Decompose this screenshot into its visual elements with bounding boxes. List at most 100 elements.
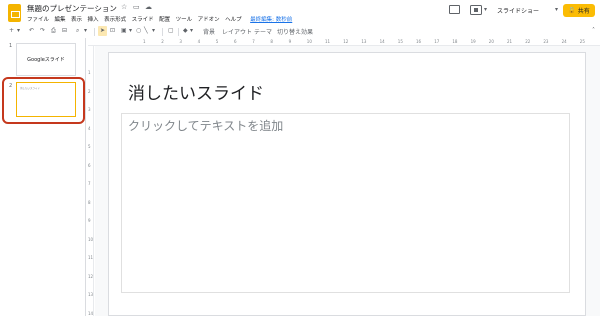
background-fill-icon[interactable]: ◆	[183, 27, 188, 34]
star-icon[interactable]: ☆	[121, 3, 127, 11]
body-placeholder-text[interactable]: クリックしてテキストを追加	[128, 117, 283, 134]
ruler-h-tick: 24	[561, 39, 567, 44]
ruler-v-tick: 14	[88, 310, 94, 316]
line-icon[interactable]: ╲	[144, 27, 148, 34]
shape-icon[interactable]: ○	[136, 27, 141, 34]
ruler-h-tick: 8	[270, 39, 273, 44]
slides-editor: 無題のプレゼンテーション ☆ ▭ ☁ ファイル 編集 表示 挿入 表示形式 スラ…	[0, 0, 600, 316]
slide-number-2: 2	[9, 83, 13, 89]
ruler-h-tick: 25	[579, 39, 585, 44]
new-slide-icon[interactable]: +	[9, 27, 14, 34]
ruler-h-tick: 22	[525, 39, 531, 44]
image-chevron-icon[interactable]: ▾	[129, 27, 132, 34]
present-options-icon[interactable]	[470, 5, 482, 15]
layout-button[interactable]: レイアウト	[222, 27, 252, 36]
body-placeholder-box[interactable]	[121, 113, 570, 293]
ruler-v-tick: 7	[88, 181, 91, 186]
collapse-toolbar-icon[interactable]: ˄	[592, 27, 595, 34]
chevron-down-icon[interactable]: ▾	[484, 6, 487, 13]
document-title[interactable]: 無題のプレゼンテーション	[27, 3, 117, 14]
ruler-v-tick: 11	[88, 255, 94, 260]
horizontal-ruler: 1 2 3 4 5 6 7 8 9 10 11 12 13 14 15 16 17 18 19 20 21 22 23 24 2…	[88, 38, 600, 46]
ruler-h-tick: 9	[288, 39, 292, 44]
vertical-ruler: 1 2 3 4 5 6 7 8 9 10 11 12 13 14	[87, 46, 94, 316]
ruler-h-tick: 14	[379, 39, 385, 44]
ruler-h-tick: 20	[488, 39, 494, 44]
line-chevron-icon[interactable]: ▾	[152, 27, 155, 34]
print-icon[interactable]: ⎙	[51, 27, 56, 35]
transition-button[interactable]: 切り替え効果	[277, 27, 313, 36]
ruler-h-tick: 12	[343, 39, 349, 44]
menu-arrange[interactable]: 配置	[159, 15, 170, 25]
lock-icon: 🔒	[568, 7, 576, 14]
menu-edit[interactable]: 編集	[55, 15, 66, 25]
ruler-h-tick: 5	[215, 39, 219, 44]
ruler-v-tick: 9	[88, 218, 91, 223]
background-fill-chevron-icon[interactable]: ▾	[190, 27, 193, 34]
menu-addons[interactable]: アドオン	[198, 15, 220, 25]
ruler-v-tick: 8	[88, 199, 91, 205]
ruler-h-tick: 15	[397, 39, 403, 44]
ruler-h-tick: 23	[543, 39, 549, 44]
cloud-status-icon[interactable]: ☁	[145, 3, 152, 11]
ruler-h-tick: 1	[143, 39, 146, 44]
menu-tools[interactable]: ツール	[176, 15, 193, 25]
ruler-h-tick: 18	[452, 39, 458, 44]
slide-thumbnail-1[interactable]: Googleスライド	[16, 43, 76, 76]
slides-logo-icon[interactable]	[8, 4, 21, 22]
ruler-h-tick: 3	[179, 39, 182, 44]
ruler-h-tick: 10	[306, 39, 312, 44]
menu-format[interactable]: 表示形式	[104, 15, 126, 25]
select-arrow-icon: ➤	[100, 27, 106, 34]
ruler-h-tick: 7	[252, 39, 255, 44]
ruler-h-tick: 16	[416, 39, 422, 44]
menu-slide[interactable]: スライド	[132, 15, 154, 25]
ruler-h-tick: 19	[470, 39, 476, 44]
share-label: 共有	[577, 8, 590, 15]
toolbar: + ▾ ↶ ↷ ⎙ ⊟ ⌕ ▾ ➤ ⊡ ▣ ▾ ○ ╲ ▾ ▢ ◆ ▾ 背景 レ…	[0, 26, 600, 38]
paint-format-icon[interactable]: ⊟	[62, 27, 67, 34]
ruler-h-tick: 11	[325, 39, 331, 44]
menu-file[interactable]: ファイル	[27, 15, 49, 25]
comment-icon[interactable]: ▢	[168, 27, 174, 34]
background-button[interactable]: 背景	[203, 27, 215, 36]
slide-title[interactable]: 消したいスライド	[128, 79, 264, 104]
image-icon[interactable]: ▣	[121, 27, 127, 34]
share-button[interactable]: 🔒 共有	[563, 4, 595, 17]
slide-thumbnail-1-title: Googleスライド	[27, 57, 65, 63]
menu-bar: ファイル 編集 表示 挿入 表示形式 スライド 配置 ツール アドオン ヘルプ …	[27, 15, 292, 25]
ruler-v-tick: 3	[88, 107, 91, 112]
ruler-v-tick: 4	[88, 125, 91, 131]
ruler-h-tick: 6	[234, 39, 237, 44]
text-box-icon[interactable]: ⊡	[110, 27, 115, 34]
menu-insert[interactable]: 挿入	[88, 15, 99, 25]
ruler-v-tick: 6	[88, 162, 91, 168]
move-folder-icon[interactable]: ▭	[133, 3, 140, 11]
ruler-v-tick: 2	[88, 88, 91, 94]
ruler-h-tick: 4	[197, 39, 201, 44]
menu-view[interactable]: 表示	[71, 15, 82, 25]
ruler-v-tick: 5	[88, 144, 91, 149]
redo-icon[interactable]: ↷	[40, 27, 45, 34]
slide-thumbnail-2-title: 消したいスライド	[20, 87, 41, 90]
undo-icon[interactable]: ↶	[29, 27, 34, 34]
ruler-h-tick: 13	[361, 39, 367, 44]
slideshow-chevron-icon[interactable]: ▾	[555, 6, 558, 13]
new-slide-chevron-icon[interactable]: ▾	[17, 27, 20, 34]
zoom-icon[interactable]: ⌕	[76, 27, 79, 35]
zoom-chevron-icon[interactable]: ▾	[84, 27, 87, 34]
slideshow-button[interactable]: スライドショー	[497, 4, 539, 16]
slide-number-1: 1	[9, 43, 13, 49]
ruler-v-tick: 12	[88, 273, 94, 279]
menu-help[interactable]: ヘルプ	[225, 15, 242, 25]
theme-button[interactable]: テーマ	[254, 27, 272, 36]
ruler-h-tick: 21	[507, 39, 513, 44]
comment-history-icon[interactable]	[449, 5, 460, 14]
ruler-h-tick: 2	[161, 39, 164, 44]
ruler-v-tick: 13	[88, 292, 94, 297]
ruler-h-tick: 17	[434, 39, 440, 44]
last-edit-link[interactable]: 最終編集: 数秒前	[250, 15, 292, 25]
ruler-v-tick: 10	[88, 236, 94, 242]
slideshow-label: スライドショー	[497, 7, 540, 15]
ruler-v-tick: 1	[88, 70, 91, 75]
